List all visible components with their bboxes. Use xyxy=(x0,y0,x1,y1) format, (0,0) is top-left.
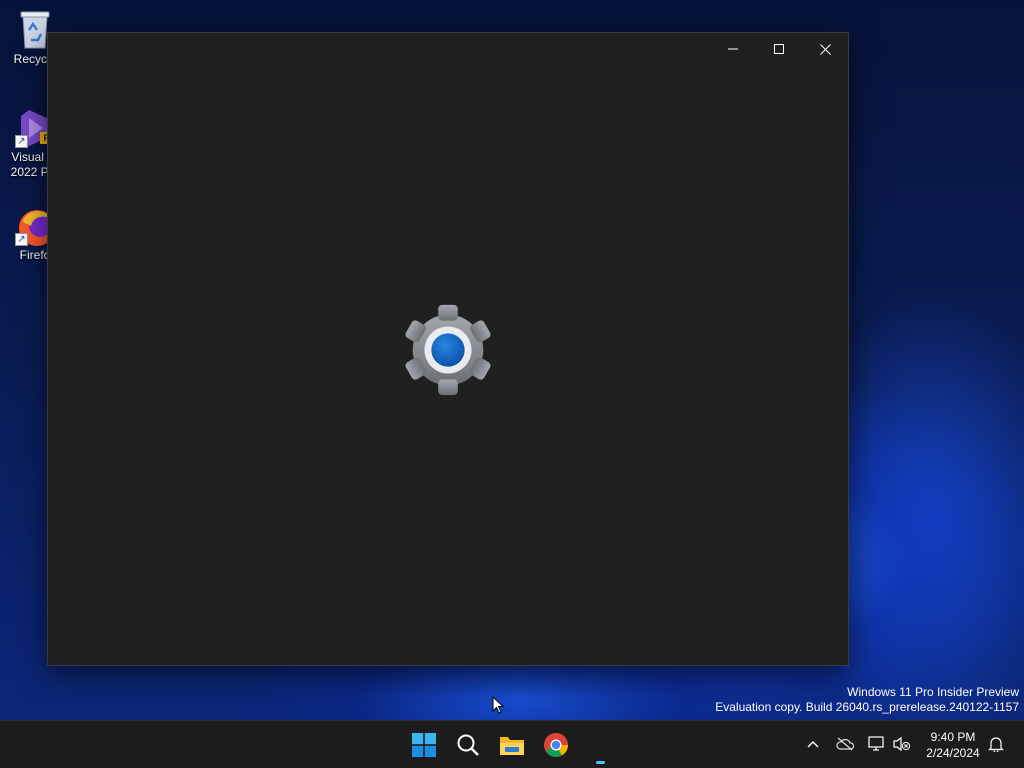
watermark-edition: Windows 11 Pro Insider Preview xyxy=(847,685,1019,699)
settings-gear-icon xyxy=(405,304,491,396)
close-button[interactable] xyxy=(802,33,848,65)
clock-date: 2/24/2024 xyxy=(926,746,980,760)
volume-muted-icon xyxy=(893,736,911,752)
maximize-button[interactable] xyxy=(756,33,802,65)
search-button[interactable] xyxy=(452,729,484,761)
mouse-cursor-icon xyxy=(492,696,504,714)
start-button[interactable] xyxy=(408,729,440,761)
start-icon xyxy=(412,733,436,757)
onedrive-icon xyxy=(836,737,854,751)
file-explorer-button[interactable] xyxy=(496,729,528,761)
bell-icon xyxy=(988,737,1004,752)
network-icon xyxy=(868,736,884,751)
clock-time: 9:40 PM xyxy=(930,730,976,744)
running-app-indicator xyxy=(596,761,605,764)
chrome-icon xyxy=(544,733,568,758)
chevron-up-icon xyxy=(807,741,819,748)
maximize-icon xyxy=(774,44,784,54)
shortcut-arrow-icon: ↗ xyxy=(15,135,28,148)
app-window xyxy=(47,32,849,666)
notification-button[interactable] xyxy=(985,733,1007,755)
shortcut-arrow-icon: ↗ xyxy=(15,233,28,246)
volume-button[interactable] xyxy=(891,733,913,755)
minimize-button[interactable] xyxy=(710,33,756,65)
window-controls xyxy=(710,33,848,65)
file-explorer-icon xyxy=(500,737,524,755)
taskbar: 9:40 PM 2/24/2024 xyxy=(0,720,1024,768)
close-icon xyxy=(819,43,831,55)
minimize-icon xyxy=(728,48,738,50)
chrome-button[interactable] xyxy=(540,729,572,761)
evaluation-watermark: Windows 11 Pro Insider Preview Evaluatio… xyxy=(715,685,1019,715)
show-hidden-icons-button[interactable] xyxy=(802,733,824,755)
onedrive-button[interactable] xyxy=(834,733,856,755)
search-icon xyxy=(457,734,479,756)
network-button[interactable] xyxy=(866,733,888,755)
watermark-build: Evaluation copy. Build 26040.rs_prerelea… xyxy=(715,700,1019,714)
taskbar-clock[interactable]: 9:40 PM 2/24/2024 xyxy=(918,729,988,761)
